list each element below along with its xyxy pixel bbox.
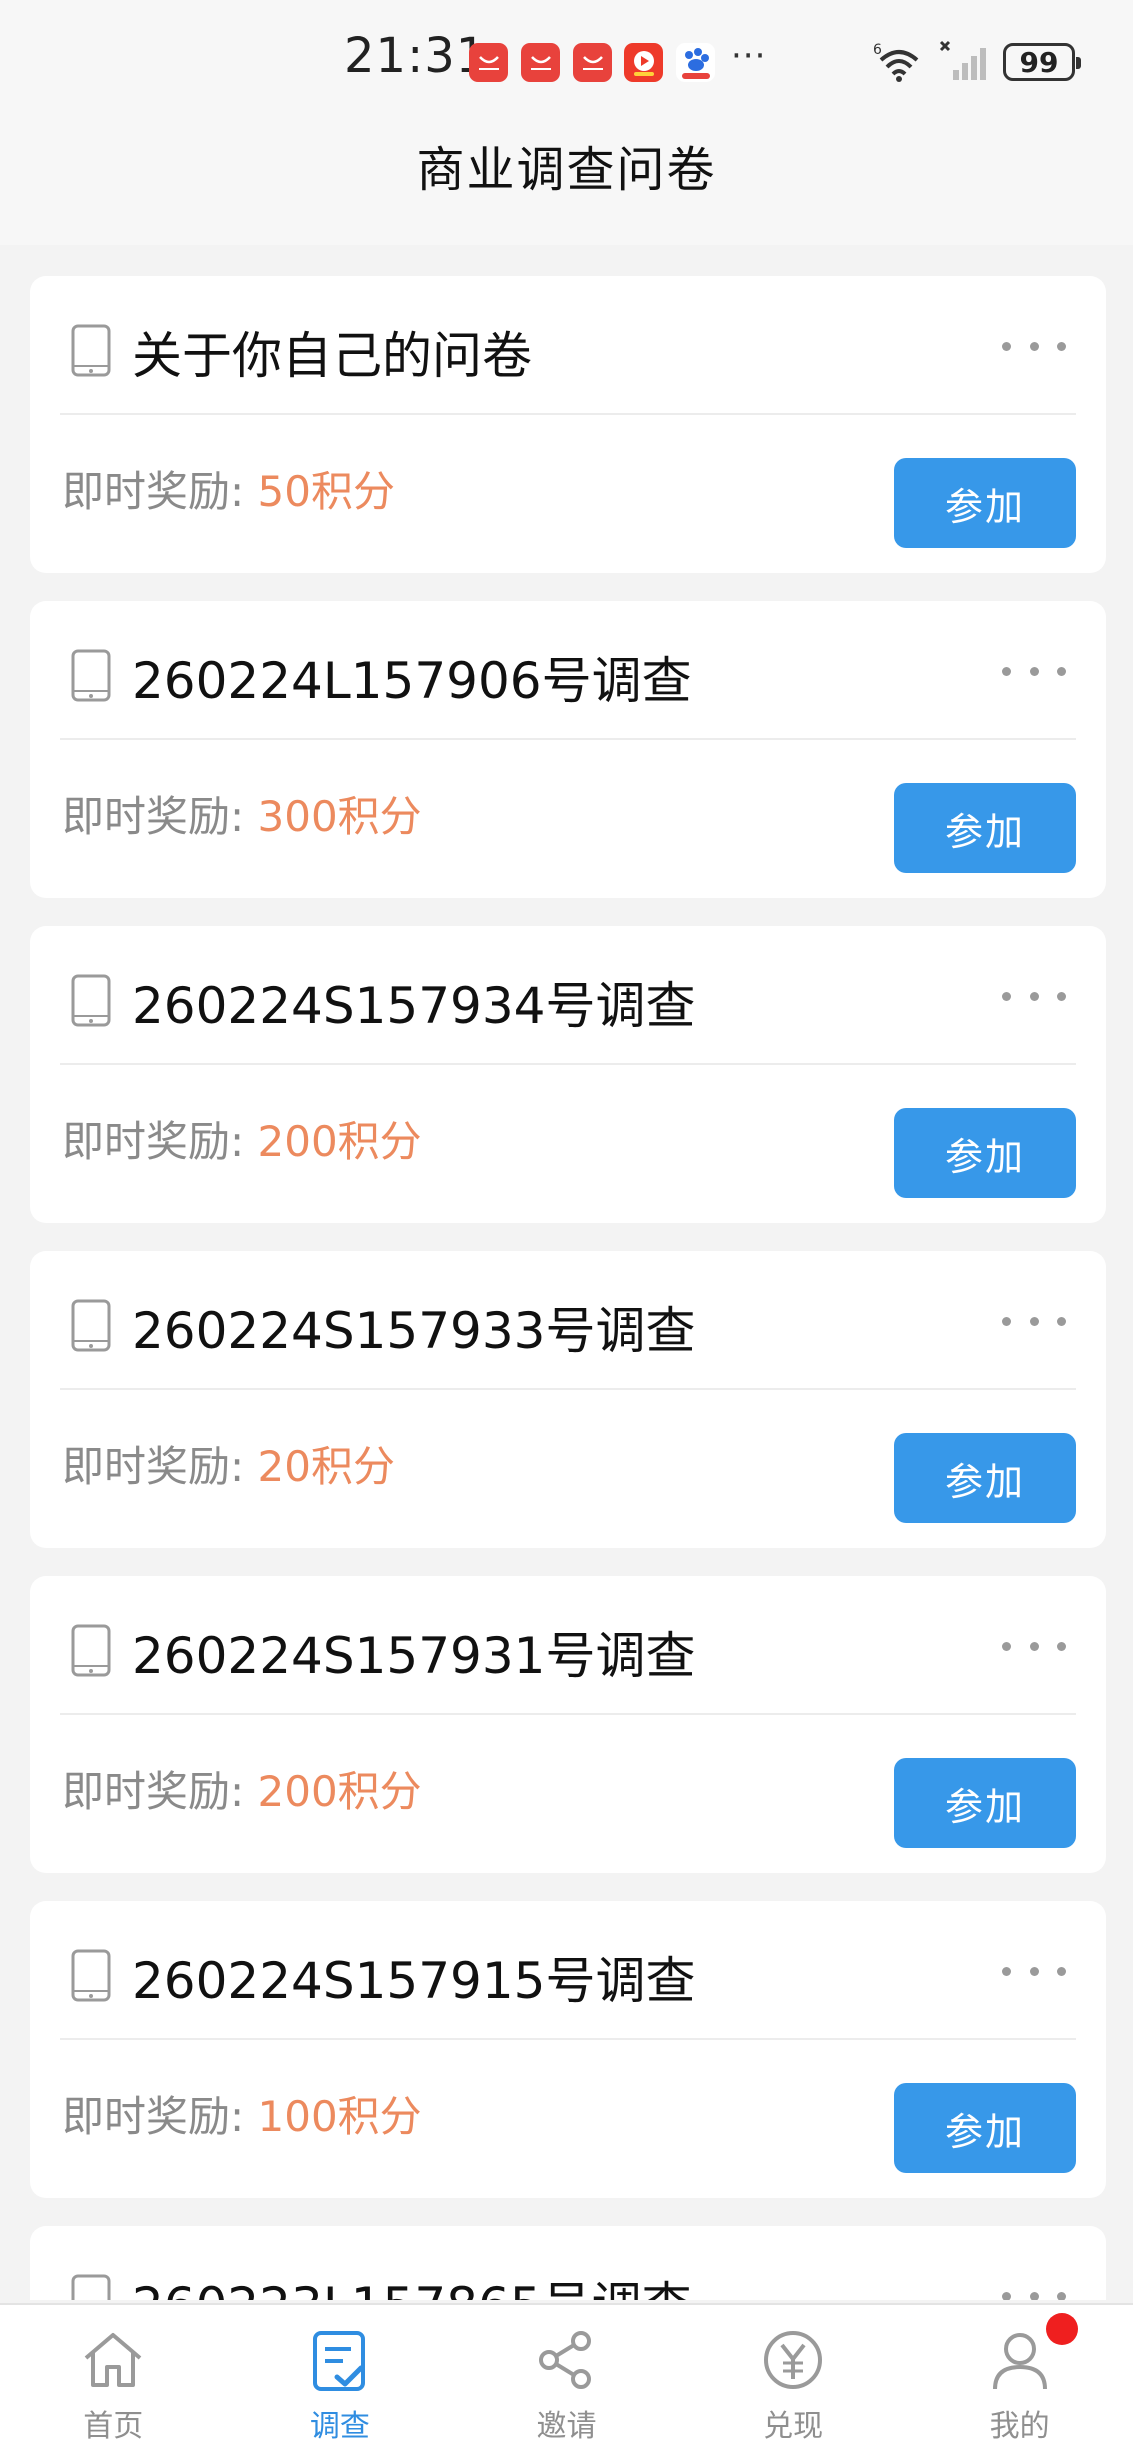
survey-card[interactable]: 关于你自己的问卷 即时奖励: 50积分 参加 (30, 276, 1106, 573)
phone-icon (71, 1949, 111, 2002)
phone-icon (71, 974, 111, 1027)
reward-row: 即时奖励: 20积分 (62, 1433, 395, 1494)
nav-item-redeem[interactable]: 兑现 (680, 2305, 907, 2455)
home-icon (84, 2333, 142, 2387)
survey-title: 260224S157931号调查 (132, 1627, 696, 1685)
more-options-button[interactable] (1002, 2281, 1066, 2300)
reward-row: 即时奖励: 200积分 (62, 1108, 422, 1169)
status-time: 21:31 (344, 28, 488, 84)
join-button[interactable]: 参加 (894, 1108, 1076, 1198)
join-button[interactable]: 参加 (894, 783, 1076, 873)
more-options-button[interactable] (1002, 981, 1066, 1011)
system-indicators: 6 99 (873, 38, 1081, 86)
reward-label: 即时奖励: (62, 1442, 245, 1491)
survey-title: 260224L157906号调查 (132, 652, 692, 710)
survey-title: 260223L157865号调查 (132, 2266, 692, 2300)
phone-icon (71, 1624, 111, 1677)
nav-item-survey[interactable]: 调查 (227, 2305, 454, 2455)
notification-badge (1046, 2313, 1079, 2345)
reward-value: 200积分 (257, 1767, 422, 1816)
signal-icon (939, 40, 986, 80)
reward-value: 50积分 (257, 467, 395, 516)
status-bar: 21:31 ··· 6 99 (0, 0, 1133, 125)
phone-icon (71, 324, 111, 377)
more-options-button[interactable] (1002, 656, 1066, 686)
reward-value: 100积分 (257, 2092, 422, 2141)
survey-card[interactable]: 260224S157931号调查 即时奖励: 200积分 参加 (30, 1576, 1106, 1873)
video-app-icon (624, 43, 663, 82)
survey-icon (312, 2331, 365, 2391)
survey-card[interactable]: 260224S157934号调查 即时奖励: 200积分 参加 (30, 926, 1106, 1223)
phone-icon (71, 1299, 111, 1352)
join-button[interactable]: 参加 (894, 2083, 1076, 2173)
card-header: 260224S157915号调查 (60, 1901, 1076, 2040)
bottom-nav: 首页 调查 邀请 兑现 我的 (0, 2303, 1133, 2455)
more-options-button[interactable] (1002, 1306, 1066, 1336)
nav-label: 调查 (309, 2409, 370, 2444)
svg-text:6: 6 (873, 42, 882, 58)
survey-card[interactable]: 260224S157933号调查 即时奖励: 20积分 参加 (30, 1251, 1106, 1548)
reward-label: 即时奖励: (62, 467, 245, 516)
nav-item-invite[interactable]: 邀请 (453, 2305, 680, 2455)
nav-label: 首页 (83, 2409, 144, 2444)
survey-list[interactable]: 关于你自己的问卷 即时奖励: 50积分 参加 260224L157906号调查 … (30, 276, 1106, 2300)
reward-label: 即时奖励: (62, 792, 245, 841)
card-header: 260224S157933号调查 (60, 1251, 1076, 1390)
app-header: 商业调查问卷 (0, 125, 1133, 245)
join-button[interactable]: 参加 (894, 458, 1076, 548)
join-button[interactable]: 参加 (894, 1433, 1076, 1523)
survey-title: 260224S157934号调查 (132, 977, 696, 1035)
phone-icon (71, 2274, 111, 2300)
nav-item-home[interactable]: 首页 (0, 2305, 227, 2455)
join-button[interactable]: 参加 (894, 1758, 1076, 1848)
huawei-app-icon (521, 43, 560, 82)
baidu-app-icon (676, 43, 715, 82)
nav-label: 邀请 (536, 2409, 597, 2444)
more-options-button[interactable] (1002, 1631, 1066, 1661)
reward-value: 200积分 (257, 1117, 422, 1166)
more-options-button[interactable] (1002, 331, 1066, 361)
reward-row: 即时奖励: 100积分 (62, 2083, 422, 2144)
card-header: 260223L157865号调查 (60, 2226, 1076, 2300)
more-notifications-icon: ··· (731, 36, 767, 76)
wifi-icon: 6 (873, 42, 919, 82)
yuan-icon (764, 2331, 823, 2389)
reward-value: 20积分 (257, 1442, 395, 1491)
card-header: 260224S157934号调查 (60, 926, 1076, 1065)
huawei-app-icon (469, 43, 508, 82)
survey-title: 260224S157933号调查 (132, 1302, 696, 1360)
survey-card[interactable]: 260224L157906号调查 即时奖励: 300积分 参加 (30, 601, 1106, 898)
survey-card[interactable]: 260224S157915号调查 即时奖励: 100积分 参加 (30, 1901, 1106, 2198)
phone-icon (71, 649, 111, 702)
survey-title: 260224S157915号调查 (132, 1952, 696, 2010)
battery-icon: 99 (1003, 43, 1081, 81)
user-icon (992, 2333, 1047, 2390)
survey-title: 关于你自己的问卷 (132, 327, 532, 385)
reward-value: 300积分 (257, 792, 422, 841)
page-title: 商业调查问卷 (416, 142, 717, 198)
share-icon (539, 2331, 592, 2389)
nav-label: 兑现 (763, 2409, 824, 2444)
card-header: 260224L157906号调查 (60, 601, 1076, 740)
more-options-button[interactable] (1002, 1956, 1066, 1986)
reward-row: 即时奖励: 50积分 (62, 458, 395, 519)
reward-label: 即时奖励: (62, 2092, 245, 2141)
huawei-app-icon (573, 43, 612, 82)
card-header: 关于你自己的问卷 (60, 276, 1076, 415)
nav-item-profile[interactable]: 我的 (906, 2305, 1133, 2455)
reward-label: 即时奖励: (62, 1117, 245, 1166)
reward-row: 即时奖励: 300积分 (62, 783, 422, 844)
survey-card[interactable]: 260223L157865号调查 (30, 2226, 1106, 2300)
reward-label: 即时奖励: (62, 1767, 245, 1816)
reward-row: 即时奖励: 200积分 (62, 1758, 422, 1819)
nav-label: 我的 (989, 2409, 1050, 2444)
card-header: 260224S157931号调查 (60, 1576, 1076, 1715)
